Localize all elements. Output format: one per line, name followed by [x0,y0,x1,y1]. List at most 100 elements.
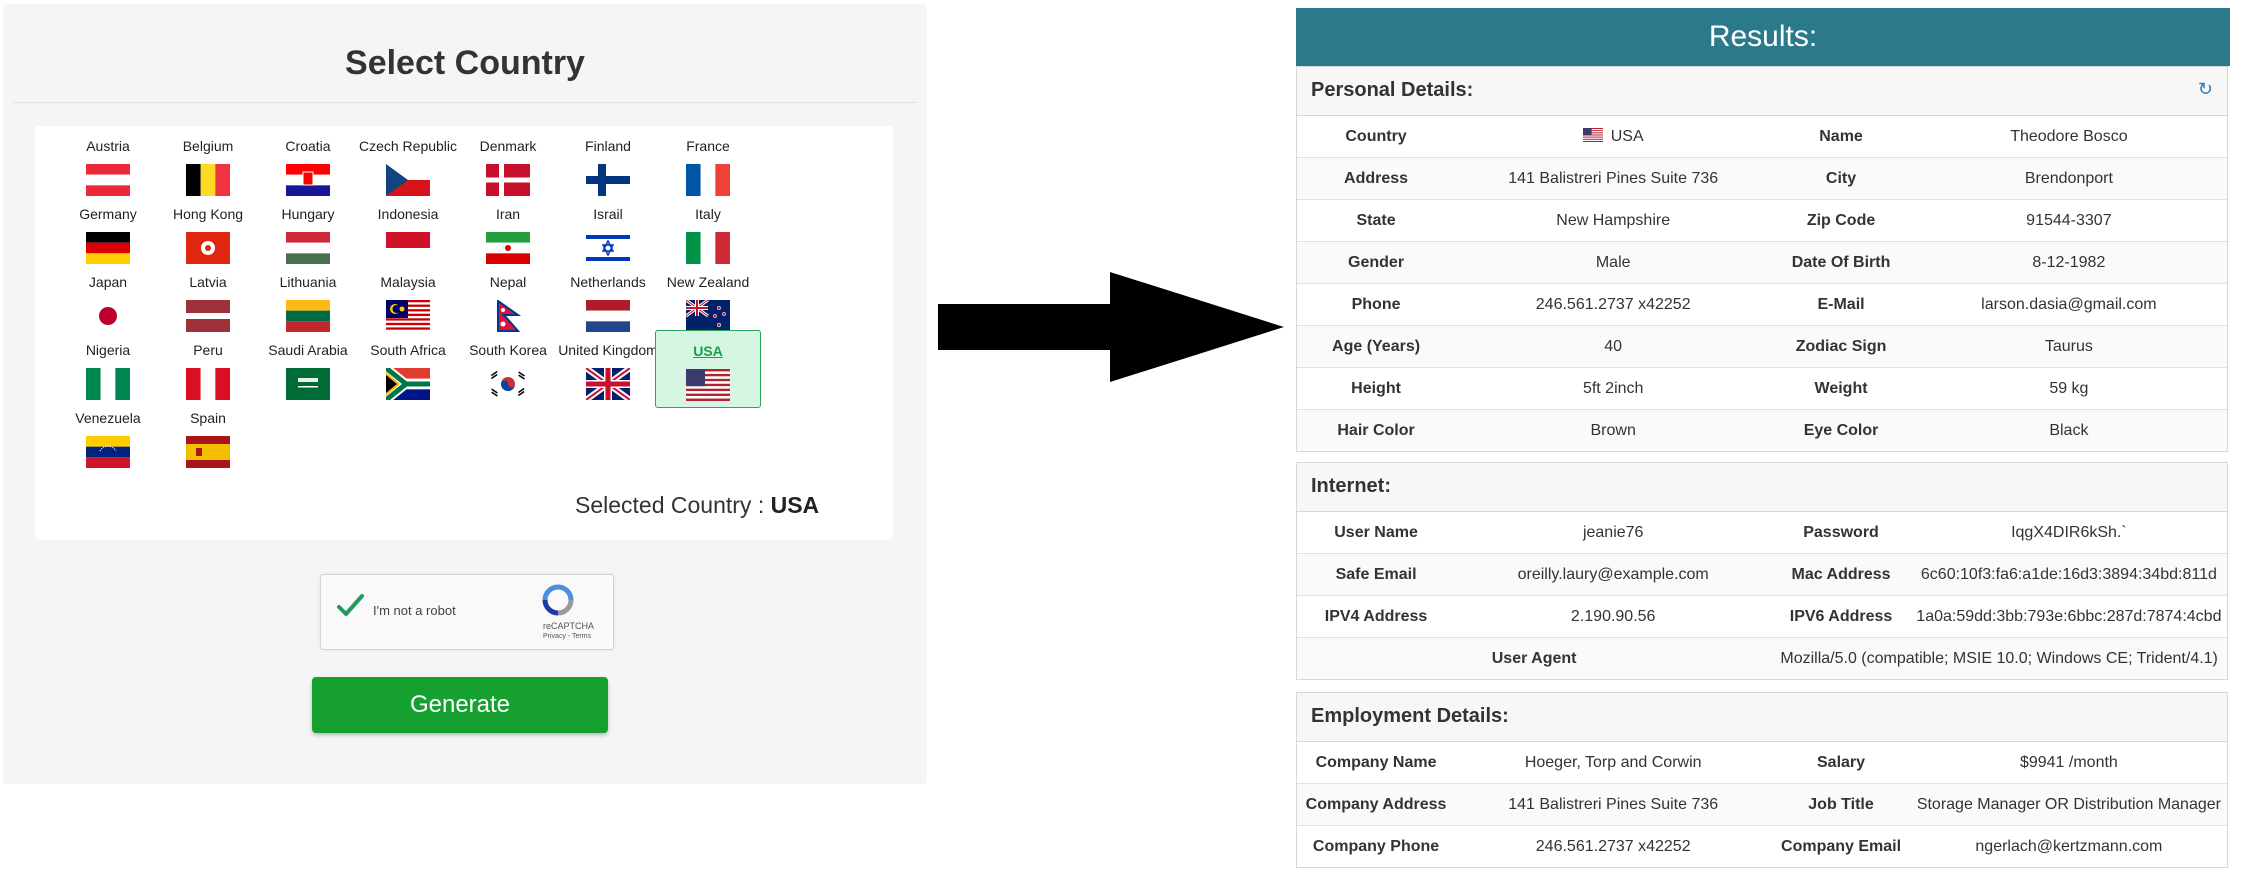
country-name: Israil [593,206,623,222]
country-option-uk[interactable]: United Kingdom [555,330,661,408]
field-value: 59 kg [1910,367,2227,410]
field-value: oreilly.laury@example.com [1455,553,1772,596]
country-option-croatia[interactable]: Croatia [255,126,361,204]
hungary-flag-icon [286,232,330,264]
field-label: Mac Address [1771,553,1911,596]
finland-flag-icon [586,164,630,196]
country-option-saudi[interactable]: Saudi Arabia [255,330,361,408]
country-option-indonesia[interactable]: Indonesia [355,194,461,272]
table-row: Company Name Hoeger, Torp and Corwin Salar… [1297,742,2227,784]
table-row: State New Hampshire Zip Code 91544-3307 [1297,199,2227,242]
country-option-italy[interactable]: Italy [655,194,761,272]
germany-flag-icon [86,232,130,264]
country-option-newzealand[interactable]: New Zealand [655,262,761,340]
internet-card: Internet: User Name jeanie76 Password IqgX4… [1296,462,2228,680]
employment-title: Employment Details: [1311,705,1509,727]
refresh-icon[interactable]: ↻ [2198,79,2213,100]
venezuela-flag-icon [86,436,130,468]
field-value: New Hampshire [1455,199,1772,242]
field-label: Name [1819,127,1863,145]
country-option-iran[interactable]: Iran [455,194,561,272]
country-name: United Kingdom [558,342,658,358]
country-option-hongkong[interactable]: Hong Kong [155,194,261,272]
field-label: Company Phone [1297,825,1456,867]
table-row: Company Address 141 Balistreri Pines Suit… [1297,783,2227,826]
lithuania-flag-icon [286,300,330,332]
usa-flag-icon [686,369,730,401]
country-option-malaysia[interactable]: Malaysia [355,262,461,340]
field-label: Age (Years) [1297,325,1456,368]
country-name: Iran [495,206,521,222]
country-option-peru[interactable]: Peru [155,330,261,408]
country-option-southkorea[interactable]: South Korea [455,330,561,408]
captcha-terms-link[interactable]: Privacy - Terms [543,633,591,640]
country-option-austria[interactable]: Austria [55,126,161,204]
country-selector-panel: Select Country Selected Country : USA Au… [3,4,927,784]
recaptcha-widget[interactable]: I'm not a robot reCAPTCHA Privacy - Term… [320,574,614,650]
country-name: Belgium [182,138,234,154]
field-label: Salary [1817,753,1866,771]
employment-card: Employment Details: Company Name Hoeger, … [1296,692,2228,868]
field-value: 2.190.90.56 [1455,595,1772,638]
country-option-france[interactable]: France [655,126,761,204]
country-option-belgium[interactable]: Belgium [155,126,261,204]
arrow-right-icon [938,272,1284,382]
country-option-nepal[interactable]: Nepal [455,262,561,340]
nigeria-flag-icon [86,368,130,400]
country-option-finland[interactable]: Finland [555,126,661,204]
field-label: IPV4 Address [1297,595,1456,638]
indonesia-flag-icon [386,232,430,264]
field-value: 5ft 2inch [1455,367,1772,410]
field-value: larson.dasia@gmail.com [1910,283,2227,326]
denmark-flag-icon [486,164,530,196]
table-row: Address 141 Balistreri Pines Suite 736 Cit… [1297,157,2227,200]
country-option-nigeria[interactable]: Nigeria [55,330,161,408]
country-name: Denmark [479,138,537,154]
country-option-germany[interactable]: Germany [55,194,161,272]
country-option-usa[interactable]: USA [655,330,761,408]
country-name: Nepal [489,274,527,290]
field-value: $9941 /month [2019,753,2118,771]
table-row: Gender Male Date Of Birth 8-12-1982 [1297,241,2227,284]
captcha-brand: reCAPTCHA [543,621,595,631]
table-row: Hair Color Brown Eye Color Black [1297,409,2227,451]
nepal-flag-icon [486,300,530,332]
field-value: Storage Manager OR Distribution Manager [1910,783,2227,826]
field-label: Country [1345,127,1407,145]
field-label: Date Of Birth [1771,241,1911,284]
field-label: Company Name [1315,753,1437,771]
peru-flag-icon [186,368,230,400]
field-value: jeanie76 [1582,523,1644,541]
user-agent-value: Mozilla/5.0 (compatible; MSIE 10.0; Wind… [1771,637,2227,679]
results-header: Results: [1296,8,2230,66]
country-option-spain[interactable]: Spain [155,398,261,476]
usa-flag-icon [1582,127,1603,142]
country-option-czech[interactable]: Czech Republic [355,126,461,204]
country-option-japan[interactable]: Japan [55,262,161,340]
country-option-hungary[interactable]: Hungary [255,194,361,272]
country-option-netherlands[interactable]: Netherlands [555,262,661,340]
country-option-venezuela[interactable]: Venezuela [55,398,161,476]
country-option-lithuania[interactable]: Lithuania [255,262,361,340]
table-row: IPV4 Address 2.190.90.56 IPV6 Address 1a0a:… [1297,595,2227,638]
country-option-israel[interactable]: Israil [555,194,661,272]
country-name: Venezuela [75,410,141,426]
field-label: IPV6 Address [1771,595,1911,638]
selected-country-value: USA [770,492,820,518]
italy-flag-icon [686,232,730,264]
country-option-denmark[interactable]: Denmark [455,126,561,204]
field-value: Brendonport [1910,157,2227,200]
recaptcha-logo-icon [542,584,574,616]
country-name: Germany [79,206,137,222]
generate-button[interactable]: Generate [312,677,608,733]
southkorea-flag-icon [486,368,530,400]
field-value: Black [1910,409,2227,451]
country-name: Japan [88,274,128,290]
country-name: France [686,138,730,154]
country-option-southafrica[interactable]: South Africa [355,330,461,408]
checkmark-icon[interactable] [335,591,365,621]
field-value: 91544-3307 [1910,199,2227,242]
field-value: 40 [1455,325,1772,368]
country-option-latvia[interactable]: Latvia [155,262,261,340]
croatia-flag-icon [286,164,330,196]
